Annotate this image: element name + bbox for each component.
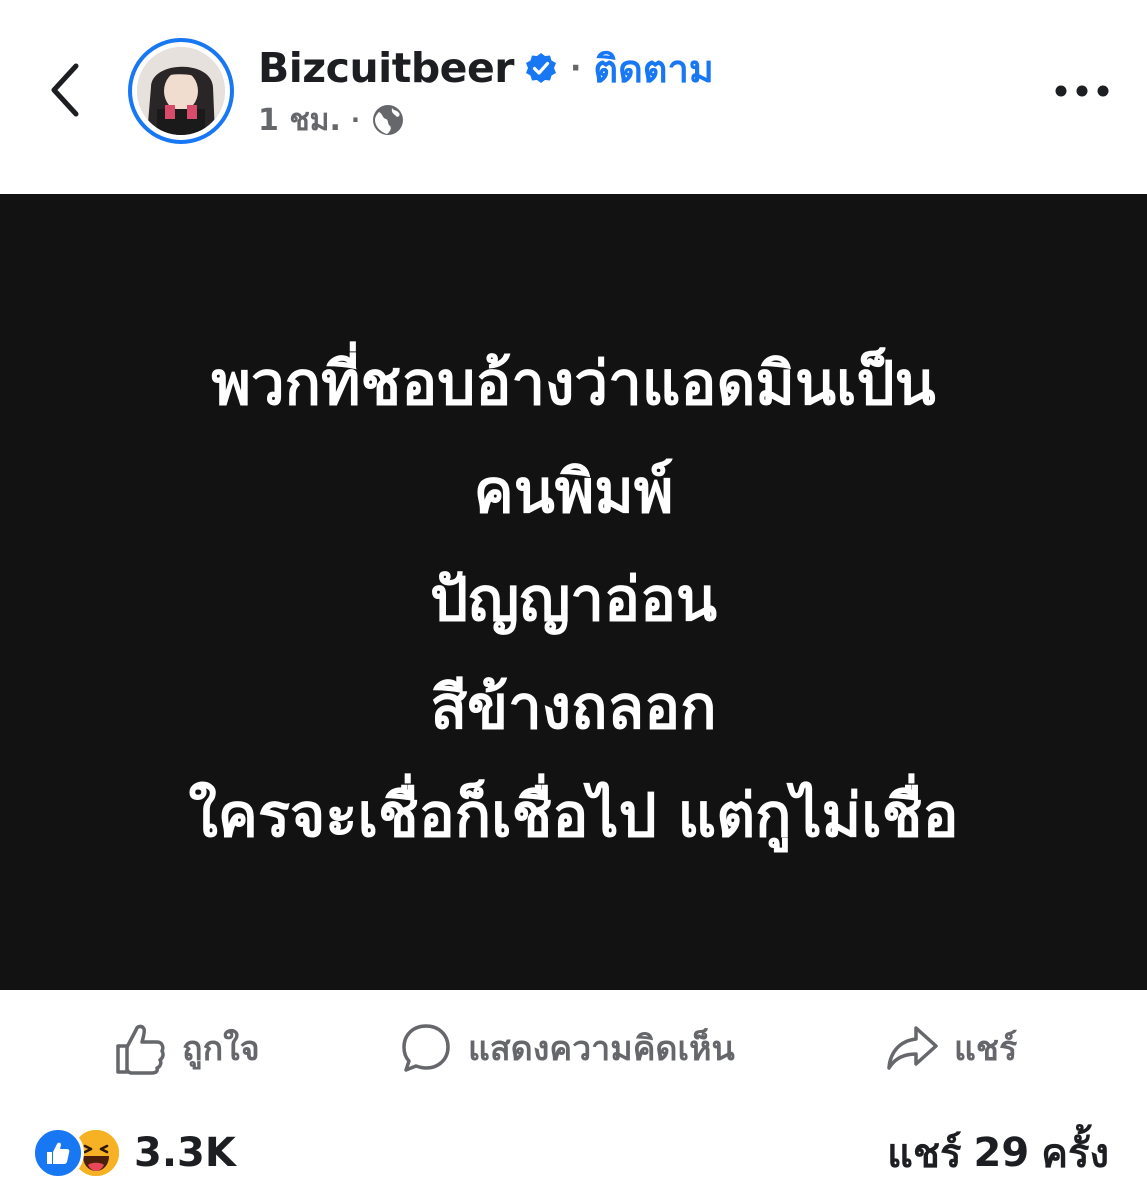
page-name[interactable]: Bizcuitbeer [258,44,515,92]
post-stats: 3.3K แชร์ 29 ครั้ง [0,1118,1147,1188]
post-text-line: ใครจะเชื่อก็เชื่อไป แต่กูไม่เชื่อ [188,781,959,851]
post-timestamp[interactable]: 1 ชม. [258,97,341,144]
reactions-summary[interactable]: 3.3K [32,1118,236,1188]
thumbs-up-icon [112,1020,168,1076]
share-button[interactable]: แชร์ [884,1008,1017,1088]
more-options-button[interactable] [1052,74,1112,108]
more-options-icon [1055,85,1109,97]
meta-separator-dot: · [350,106,360,134]
post-text-line: พวกที่ชอบอ้างว่าแอดมินเป็น [211,349,936,419]
verified-badge-icon [524,51,558,85]
avatar-photo [137,47,225,135]
comment-label: แสดงความคิดเห็น [468,1029,735,1069]
like-reaction-icon [32,1127,84,1179]
post-text-line: คนพิมพ์ [473,457,674,527]
post-header: Bizcuitbeer · ติดตาม 1 ชม. · [0,0,1147,190]
like-label: ถูกใจ [182,1029,260,1069]
share-count-prefix: แชร์ [887,1131,962,1177]
share-count-number: 29 [973,1130,1030,1176]
post-text-line: ปัญญาอ่อน [429,565,718,635]
share-count-suffix: ครั้ง [1041,1131,1109,1177]
share-label: แชร์ [954,1029,1018,1069]
avatar[interactable] [128,38,234,144]
like-button[interactable]: ถูกใจ [112,1008,260,1088]
speech-bubble-icon [398,1020,454,1076]
post-image-text: พวกที่ชอบอ้างว่าแอดมินเป็น คนพิมพ์ ปัญญา… [0,330,1147,870]
reaction-count: 3.3K [134,1130,236,1176]
post-action-bar: ถูกใจ แสดงความคิดเห็น แชร์ [0,1008,1147,1088]
follow-button[interactable]: ติดตาม [593,38,713,99]
share-arrow-icon [884,1020,940,1076]
share-count[interactable]: แชร์ 29 ครั้ง [887,1118,1109,1188]
comment-button[interactable]: แสดงความคิดเห็น [398,1008,735,1088]
post-text-line: สีข้างถลอก [430,673,717,743]
back-button[interactable] [40,60,90,120]
chevron-left-icon [51,63,79,117]
globe-icon [370,102,406,138]
separator-dot: · [570,50,582,86]
